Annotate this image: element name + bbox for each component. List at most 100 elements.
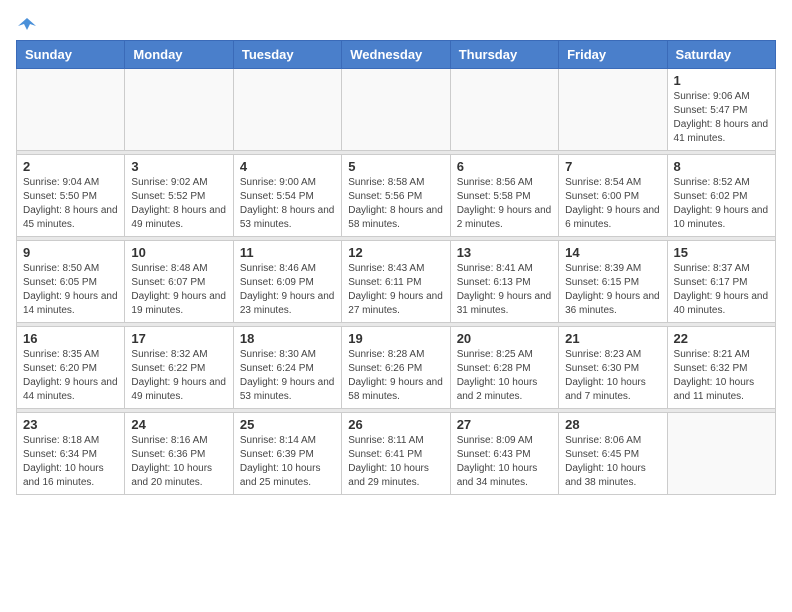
- day-number: 16: [23, 331, 118, 346]
- calendar-day: 7 Sunrise: 8:54 AM Sunset: 6:00 PM Daylig…: [559, 155, 667, 237]
- day-info: Sunrise: 9:02 AM Sunset: 5:52 PM Dayligh…: [131, 176, 226, 232]
- day-number: 17: [131, 331, 226, 346]
- calendar-week-5: 23 Sunrise: 8:18 AM Sunset: 6:34 PM Dayli…: [17, 413, 776, 495]
- day-number: 9: [23, 245, 118, 260]
- day-number: 6: [457, 159, 552, 174]
- calendar-day: [559, 69, 667, 151]
- day-number: 23: [23, 417, 118, 432]
- calendar-day: 1 Sunrise: 9:06 AM Sunset: 5:47 PM Daylig…: [667, 69, 775, 151]
- day-info: Sunrise: 8:28 AM Sunset: 6:26 PM Dayligh…: [348, 348, 443, 404]
- day-number: 25: [240, 417, 335, 432]
- day-info: Sunrise: 8:18 AM Sunset: 6:34 PM Dayligh…: [23, 434, 118, 490]
- calendar-day: [667, 413, 775, 495]
- day-info: Sunrise: 8:21 AM Sunset: 6:32 PM Dayligh…: [674, 348, 769, 404]
- day-info: Sunrise: 8:25 AM Sunset: 6:28 PM Dayligh…: [457, 348, 552, 404]
- day-number: 18: [240, 331, 335, 346]
- calendar-day: 27 Sunrise: 8:09 AM Sunset: 6:43 PM Dayli…: [450, 413, 558, 495]
- weekday-header-monday: Monday: [125, 41, 233, 69]
- day-info: Sunrise: 8:41 AM Sunset: 6:13 PM Dayligh…: [457, 262, 552, 318]
- weekday-header-tuesday: Tuesday: [233, 41, 341, 69]
- day-info: Sunrise: 8:56 AM Sunset: 5:58 PM Dayligh…: [457, 176, 552, 232]
- day-number: 3: [131, 159, 226, 174]
- day-info: Sunrise: 8:35 AM Sunset: 6:20 PM Dayligh…: [23, 348, 118, 404]
- calendar-day: 19Sunrise: 8:28 AM Sunset: 6:26 PM Dayli…: [342, 327, 450, 409]
- weekday-header-wednesday: Wednesday: [342, 41, 450, 69]
- weekday-header-saturday: Saturday: [667, 41, 775, 69]
- calendar-day: 2 Sunrise: 9:04 AM Sunset: 5:50 PM Daylig…: [17, 155, 125, 237]
- calendar-day: [450, 69, 558, 151]
- calendar-day: 10 Sunrise: 8:48 AM Sunset: 6:07 PM Dayli…: [125, 241, 233, 323]
- day-number: 22: [674, 331, 769, 346]
- day-info: Sunrise: 8:39 AM Sunset: 6:15 PM Dayligh…: [565, 262, 660, 318]
- day-number: 24: [131, 417, 226, 432]
- day-number: 13: [457, 245, 552, 260]
- logo: [16, 16, 36, 30]
- calendar-day: 17 Sunrise: 8:32 AM Sunset: 6:22 PM Dayli…: [125, 327, 233, 409]
- day-number: 20: [457, 331, 552, 346]
- calendar-day: [17, 69, 125, 151]
- day-number: 21: [565, 331, 660, 346]
- day-info: Sunrise: 8:58 AM Sunset: 5:56 PM Dayligh…: [348, 176, 443, 232]
- day-info: Sunrise: 8:30 AM Sunset: 6:24 PM Dayligh…: [240, 348, 335, 404]
- day-info: Sunrise: 9:04 AM Sunset: 5:50 PM Dayligh…: [23, 176, 118, 232]
- page-header: [16, 16, 776, 30]
- calendar-day: 22 Sunrise: 8:21 AM Sunset: 6:32 PM Dayli…: [667, 327, 775, 409]
- day-number: 4: [240, 159, 335, 174]
- day-info: Sunrise: 8:32 AM Sunset: 6:22 PM Dayligh…: [131, 348, 226, 404]
- calendar-week-4: 16 Sunrise: 8:35 AM Sunset: 6:20 PM Dayli…: [17, 327, 776, 409]
- day-number: 5: [348, 159, 443, 174]
- day-info: Sunrise: 8:54 AM Sunset: 6:00 PM Dayligh…: [565, 176, 660, 232]
- day-info: Sunrise: 8:23 AM Sunset: 6:30 PM Dayligh…: [565, 348, 660, 404]
- calendar-day: 28 Sunrise: 8:06 AM Sunset: 6:45 PM Dayli…: [559, 413, 667, 495]
- day-info: Sunrise: 9:06 AM Sunset: 5:47 PM Dayligh…: [674, 90, 769, 146]
- day-info: Sunrise: 8:37 AM Sunset: 6:17 PM Dayligh…: [674, 262, 769, 318]
- logo-bird-icon: [18, 16, 36, 34]
- day-number: 1: [674, 73, 769, 88]
- day-info: Sunrise: 8:52 AM Sunset: 6:02 PM Dayligh…: [674, 176, 769, 232]
- weekday-header-sunday: Sunday: [17, 41, 125, 69]
- day-number: 15: [674, 245, 769, 260]
- calendar-week-3: 9 Sunrise: 8:50 AM Sunset: 6:05 PM Daylig…: [17, 241, 776, 323]
- calendar-day: 9 Sunrise: 8:50 AM Sunset: 6:05 PM Daylig…: [17, 241, 125, 323]
- day-number: 11: [240, 245, 335, 260]
- day-number: 27: [457, 417, 552, 432]
- calendar-day: 5 Sunrise: 8:58 AM Sunset: 5:56 PM Daylig…: [342, 155, 450, 237]
- calendar-header-row: SundayMondayTuesdayWednesdayThursdayFrid…: [17, 41, 776, 69]
- day-info: Sunrise: 8:06 AM Sunset: 6:45 PM Dayligh…: [565, 434, 660, 490]
- calendar-week-1: 1 Sunrise: 9:06 AM Sunset: 5:47 PM Daylig…: [17, 69, 776, 151]
- day-info: Sunrise: 8:09 AM Sunset: 6:43 PM Dayligh…: [457, 434, 552, 490]
- day-number: 12: [348, 245, 443, 260]
- day-info: Sunrise: 8:46 AM Sunset: 6:09 PM Dayligh…: [240, 262, 335, 318]
- calendar-day: [342, 69, 450, 151]
- calendar-day: [125, 69, 233, 151]
- calendar-day: 4 Sunrise: 9:00 AM Sunset: 5:54 PM Daylig…: [233, 155, 341, 237]
- day-number: 2: [23, 159, 118, 174]
- calendar-day: 24Sunrise: 8:16 AM Sunset: 6:36 PM Dayli…: [125, 413, 233, 495]
- weekday-header-thursday: Thursday: [450, 41, 558, 69]
- day-info: Sunrise: 8:11 AM Sunset: 6:41 PM Dayligh…: [348, 434, 443, 490]
- day-info: Sunrise: 8:48 AM Sunset: 6:07 PM Dayligh…: [131, 262, 226, 318]
- day-number: 14: [565, 245, 660, 260]
- calendar-day: 25 Sunrise: 8:14 AM Sunset: 6:39 PM Dayli…: [233, 413, 341, 495]
- calendar-day: 23 Sunrise: 8:18 AM Sunset: 6:34 PM Dayli…: [17, 413, 125, 495]
- day-number: 8: [674, 159, 769, 174]
- calendar-day: 26 Sunrise: 8:11 AM Sunset: 6:41 PM Dayli…: [342, 413, 450, 495]
- calendar-day: 14 Sunrise: 8:39 AM Sunset: 6:15 PM Dayli…: [559, 241, 667, 323]
- calendar-day: 6 Sunrise: 8:56 AM Sunset: 5:58 PM Daylig…: [450, 155, 558, 237]
- calendar-week-2: 2 Sunrise: 9:04 AM Sunset: 5:50 PM Daylig…: [17, 155, 776, 237]
- calendar-day: 8 Sunrise: 8:52 AM Sunset: 6:02 PM Daylig…: [667, 155, 775, 237]
- calendar-day: 11 Sunrise: 8:46 AM Sunset: 6:09 PM Dayli…: [233, 241, 341, 323]
- calendar-day: 20 Sunrise: 8:25 AM Sunset: 6:28 PM Dayli…: [450, 327, 558, 409]
- day-info: Sunrise: 9:00 AM Sunset: 5:54 PM Dayligh…: [240, 176, 335, 232]
- calendar-day: 18 Sunrise: 8:30 AM Sunset: 6:24 PM Dayli…: [233, 327, 341, 409]
- calendar-day: 15 Sunrise: 8:37 AM Sunset: 6:17 PM Dayli…: [667, 241, 775, 323]
- day-number: 28: [565, 417, 660, 432]
- calendar-day: 3 Sunrise: 9:02 AM Sunset: 5:52 PM Daylig…: [125, 155, 233, 237]
- day-info: Sunrise: 8:50 AM Sunset: 6:05 PM Dayligh…: [23, 262, 118, 318]
- calendar-day: [233, 69, 341, 151]
- day-info: Sunrise: 8:14 AM Sunset: 6:39 PM Dayligh…: [240, 434, 335, 490]
- day-number: 7: [565, 159, 660, 174]
- day-number: 26: [348, 417, 443, 432]
- day-number: 10: [131, 245, 226, 260]
- calendar-day: 21 Sunrise: 8:23 AM Sunset: 6:30 PM Dayli…: [559, 327, 667, 409]
